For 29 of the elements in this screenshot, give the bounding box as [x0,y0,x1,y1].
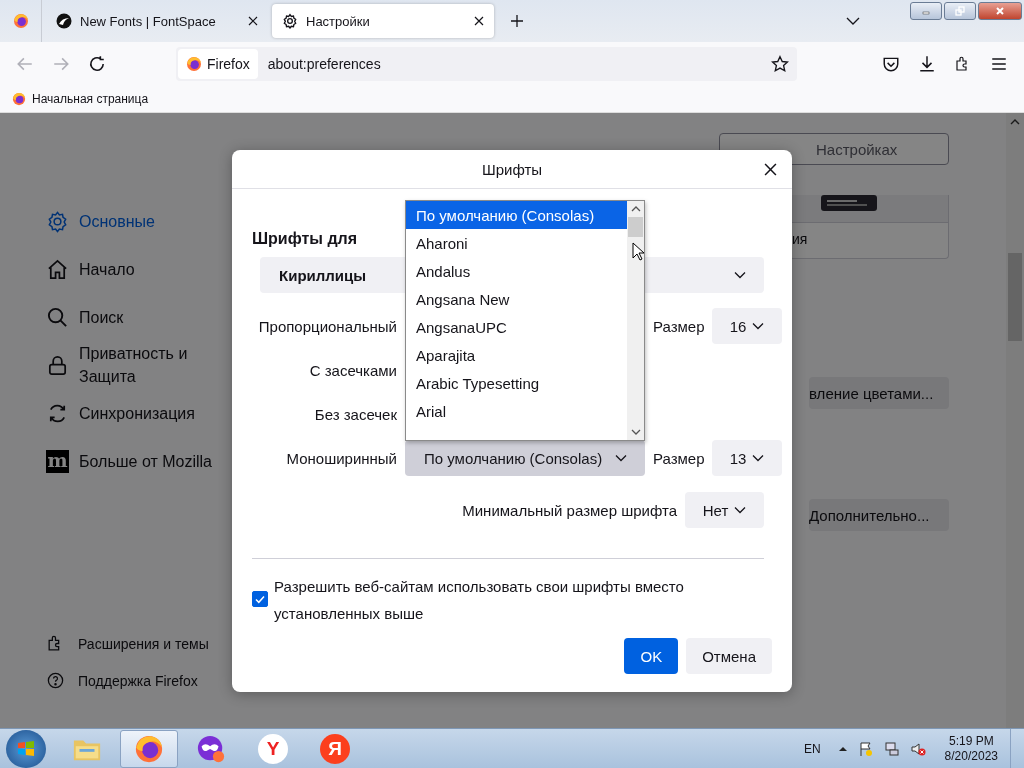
font-label: Пропорциональный [257,317,397,335]
font-label: Моноширинный [285,449,397,467]
sidebar-link-label: Расширения и темы [78,635,209,652]
tab-title: New Fonts | FontSpace [80,13,217,29]
section-heading: Шрифты для [252,230,358,248]
clock-date: 8/20/2023 [944,748,998,764]
min-size-label: Минимальный размер шрифта [462,501,677,519]
identity-label: Firefox [207,56,250,72]
sidebar-link-label: Поддержка Firefox [78,672,198,689]
sidebar-label: Больше от Mozilla [79,451,212,472]
sidebar-label: Приватность и Защита [79,344,189,387]
theme-card-label: ия [791,230,809,247]
font-label: С засечками [308,361,397,379]
mozilla-logo-icon: m [46,449,69,473]
url-text: about:preferences [267,56,381,72]
font-label: Без засечек [313,405,397,423]
search-placeholder: Настройках [816,140,898,158]
size-label: Размер [653,449,704,467]
sidebar-label: Начало [79,259,135,280]
sidebar-label: Синхронизация [79,403,195,424]
sidebar-label: Основные [79,211,155,232]
sidebar-label: Поиск [79,307,124,328]
dialog-title: Шрифты [481,160,543,178]
size-label: Размер [653,317,704,335]
yandex-browser-icon: Y [258,733,288,764]
checkbox-label: Разрешить веб-сайтам использовать свои шрифты вместо установленных выше [274,577,685,624]
yandex-icon: Я [320,733,350,764]
tab-title: Настройки [306,13,371,29]
clock-time: 5:19 PM [948,733,994,749]
